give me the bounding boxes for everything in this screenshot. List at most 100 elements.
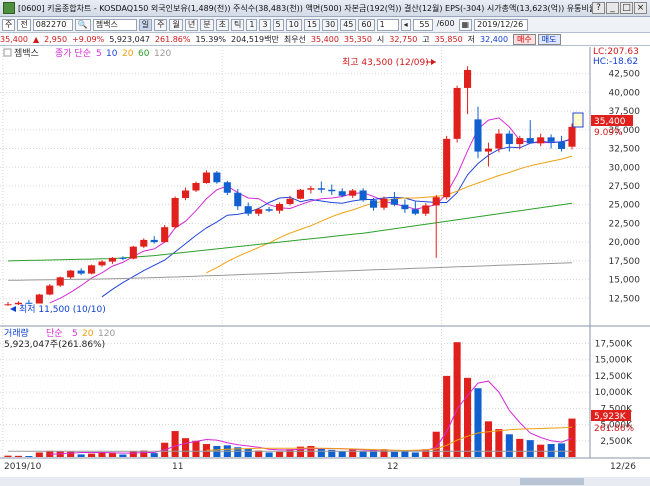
volume-bar — [182, 438, 190, 457]
date-axis-label: 12 — [387, 462, 398, 472]
scroll-left-button[interactable]: ◂ — [400, 18, 411, 31]
date-axis-label: 2019/10 — [4, 462, 42, 472]
tick-value-3[interactable]: 3 — [259, 18, 271, 31]
tick-value-1[interactable]: 1 — [246, 18, 258, 31]
interval-day[interactable]: 일 — [138, 18, 153, 31]
legend-ma-120: 120 — [154, 49, 171, 59]
candle-body — [432, 197, 440, 206]
volume-bar — [108, 453, 116, 457]
count-input[interactable]: 55 — [412, 18, 433, 31]
volume-bar — [547, 444, 555, 457]
volume-bar — [390, 451, 398, 457]
candle-body — [422, 205, 430, 214]
volume-bar — [14, 455, 22, 457]
candle-body — [88, 265, 96, 274]
toolbar: 주 전 082270 🔍 젬백스 일 주 월 년 분 초 틱 1 3 5 10 … — [0, 17, 650, 33]
legend-volume-name: 거래량 — [4, 327, 29, 339]
current-price: 35,400 — [0, 34, 28, 44]
legend-ma-60: 60 — [138, 49, 150, 59]
current-candle-marker — [572, 112, 584, 128]
interval-month[interactable]: 월 — [169, 18, 183, 31]
interval-week[interactable]: 주 — [154, 18, 168, 31]
legend-ma-5: 5 — [96, 49, 102, 59]
volume-bar — [77, 454, 85, 457]
buy-button[interactable]: 매수 — [513, 33, 536, 45]
last-pct-label: 9.09% — [594, 128, 623, 138]
search-icon[interactable]: 🔍 — [74, 18, 91, 31]
volume-bar — [171, 431, 179, 457]
candle-body — [276, 203, 284, 211]
candle-body — [495, 133, 503, 149]
open-price: 32,750 — [389, 34, 418, 44]
window-title: [0600] 키움종합차트 - KOSDAQ150 외국인보유(1,489(천)… — [18, 3, 592, 13]
candle-body — [223, 182, 231, 193]
tick-value-60[interactable]: 60 — [358, 18, 375, 31]
price-change-pct: +9.09% — [72, 34, 105, 44]
minimize-button[interactable]: _ — [606, 2, 619, 14]
turnover: 15.39% — [195, 34, 227, 44]
ask-price: 35,400 — [310, 34, 339, 44]
period-type-select[interactable]: 전 — [17, 18, 31, 31]
app-icon — [3, 2, 15, 14]
close-button[interactable]: × — [634, 2, 647, 14]
candle-body — [98, 261, 106, 266]
tick-value-10[interactable]: 10 — [285, 18, 302, 31]
candle-body — [255, 209, 263, 214]
candle-body — [140, 239, 148, 247]
volume-bar — [526, 440, 534, 457]
total-count: /600 — [436, 18, 455, 28]
candle-body — [35, 294, 43, 304]
low-annotation: 최저 11,500 (10/10) — [19, 304, 106, 315]
stock-name-field[interactable]: 젬백스 — [92, 18, 137, 31]
tick-value-15[interactable]: 15 — [303, 18, 320, 31]
volume-bar — [495, 429, 503, 457]
candle-body — [25, 302, 33, 304]
candle-body — [56, 277, 64, 286]
tick-value-45[interactable]: 45 — [340, 18, 357, 31]
candle-body — [129, 246, 137, 259]
volume-tick-label: 2,500K — [600, 437, 633, 447]
candle-body — [119, 257, 127, 259]
scrollbar-thumb[interactable] — [520, 478, 584, 485]
price-tick-label: 12,500 — [609, 294, 641, 304]
interval-second[interactable]: 초 — [215, 18, 229, 31]
help-button[interactable]: ? — [592, 2, 605, 14]
sell-button[interactable]: 매도 — [537, 33, 561, 45]
change-arrow-icon: ▲ — [33, 34, 40, 44]
open-label: 시 — [376, 34, 385, 44]
stock-chart[interactable]: 12,500 15,000 17,500 20,000 22,500 25,000 27,5… — [0, 47, 650, 486]
calendar-icon[interactable]: ▦ — [458, 18, 473, 31]
volume-bar — [338, 451, 346, 457]
interval-year[interactable]: 년 — [184, 18, 199, 31]
volume-bar — [474, 388, 482, 457]
trade-amount: 204,519백만 — [231, 34, 279, 44]
candle-body — [182, 190, 190, 198]
volume-tick-label: 10,000K — [595, 388, 633, 398]
maximize-button[interactable]: □ — [620, 2, 633, 14]
candle-body — [161, 227, 169, 243]
date-input[interactable]: 2019/12/26 — [474, 18, 529, 31]
candle-body — [234, 192, 242, 207]
volume-bar — [150, 453, 158, 457]
stock-code-input[interactable]: 082270 — [32, 18, 73, 31]
candle-body — [108, 257, 116, 262]
candle-body — [77, 270, 85, 274]
tick-custom-input[interactable]: 1 — [376, 18, 399, 31]
volume-bar — [35, 452, 43, 457]
tick-value-30[interactable]: 30 — [322, 18, 339, 31]
price-tick-label: 22,500 — [609, 219, 641, 229]
candle-body — [150, 239, 158, 243]
candle-body — [547, 137, 555, 142]
candle-body — [453, 87, 461, 139]
candle-body — [67, 270, 75, 278]
candle-body — [307, 188, 315, 190]
interval-minute[interactable]: 분 — [200, 18, 214, 31]
volume-bar — [516, 438, 524, 457]
interval-tick[interactable]: 틱 — [230, 18, 245, 31]
market-select[interactable]: 주 — [2, 18, 16, 31]
legend-stock-name: 젬백스 — [14, 48, 39, 59]
volume-bar — [244, 448, 252, 457]
candle-body — [411, 209, 419, 214]
volume-bar — [265, 452, 273, 457]
tick-value-5[interactable]: 5 — [272, 18, 284, 31]
